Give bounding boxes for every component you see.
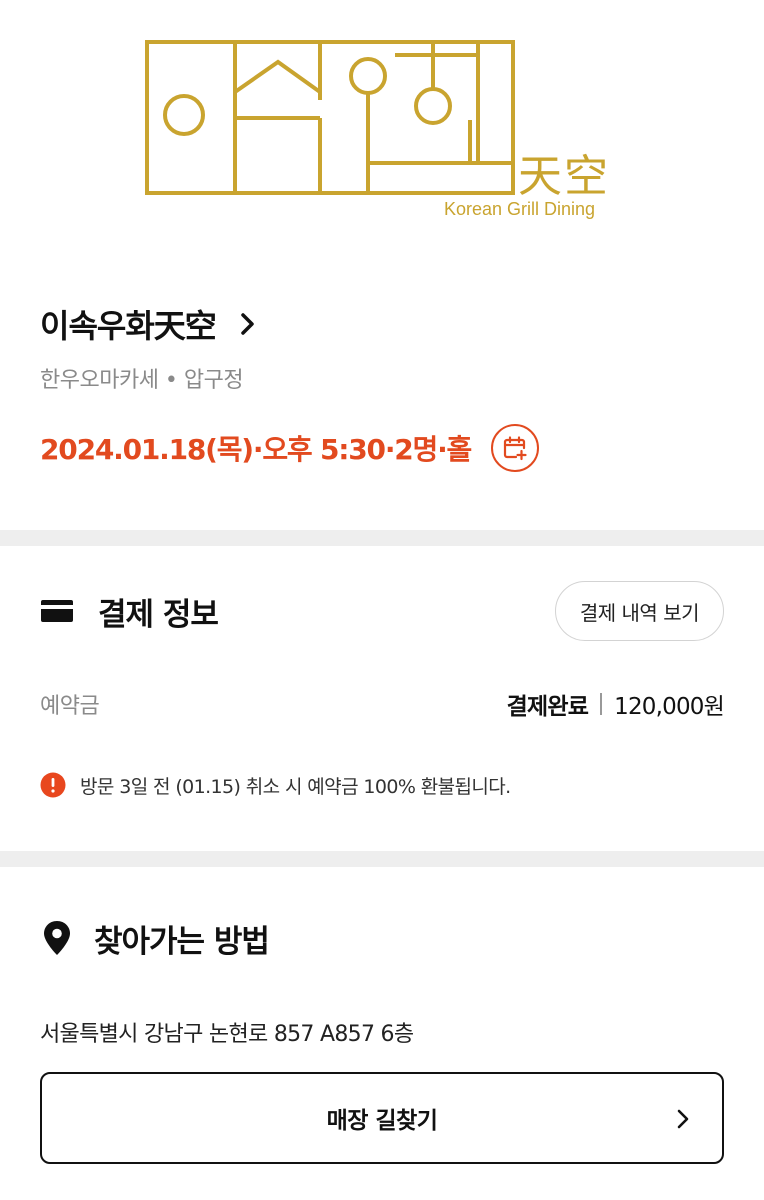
payment-history-button[interactable]: 결제 내역 보기 bbox=[554, 581, 724, 641]
store-address: 서울특별시 강남구 논현로 857 A857 6층 bbox=[40, 1022, 414, 1047]
chevron-right-icon bbox=[241, 313, 254, 335]
logo-graphic bbox=[145, 40, 515, 195]
logo-tagline: Korean Grill Dining bbox=[444, 199, 596, 219]
deposit-row: 예약금 결제완료 120,000원 bbox=[40, 686, 725, 722]
payment-header: 결제 정보 bbox=[40, 589, 219, 634]
directions-section: 찾아가는 방법 서울특별시 강남구 논현로 857 A857 6층 매장 길찾기 bbox=[40, 908, 724, 1164]
info-icon bbox=[40, 772, 66, 798]
section-divider bbox=[0, 530, 764, 546]
find-route-button[interactable]: 매장 길찾기 bbox=[40, 1072, 724, 1164]
store-name-link[interactable]: 이속우화天空 bbox=[40, 300, 724, 348]
refund-notice-text: 방문 3일 전 (01.15) 취소 시 예약금 100% 환불됩니다. bbox=[80, 775, 511, 798]
logo-hanja: 天空 bbox=[518, 151, 610, 202]
card-icon bbox=[41, 600, 73, 622]
section-divider bbox=[0, 851, 764, 867]
deposit-label: 예약금 bbox=[40, 694, 100, 719]
calendar-add-icon bbox=[504, 436, 527, 461]
reservation-summary: 2024.01.18(목)·오후 5:30·2명·홀 bbox=[40, 422, 724, 474]
location-pin-icon bbox=[44, 921, 70, 955]
deposit-amount: 120,000원 bbox=[614, 694, 725, 720]
store-logo: 天空 Korean Grill Dining bbox=[0, 0, 764, 250]
payment-status: 결제완료 bbox=[506, 694, 589, 720]
add-to-calendar-button[interactable] bbox=[491, 424, 540, 472]
separator bbox=[600, 693, 603, 715]
reservation-datetime: 2024.01.18(목)·오후 5:30·2명·홀 bbox=[40, 433, 472, 466]
store-info: 이속우화天空 한우오마카세 • 압구정 2024.01.18(목)·오후 5:3… bbox=[40, 300, 724, 474]
deposit-value: 결제완료 120,000원 bbox=[506, 687, 725, 721]
directions-header: 찾아가는 방법 bbox=[40, 908, 724, 968]
payment-title: 결제 정보 bbox=[98, 596, 219, 633]
store-category: 한우오마카세 • 압구정 bbox=[40, 368, 244, 393]
chevron-right-icon bbox=[677, 1109, 689, 1129]
store-name: 이속우화天空 bbox=[40, 307, 217, 345]
directions-title: 찾아가는 방법 bbox=[94, 923, 270, 960]
refund-notice: 방문 3일 전 (01.15) 취소 시 예약금 100% 환불됩니다. bbox=[40, 770, 724, 800]
find-route-label: 매장 길찾기 bbox=[326, 1108, 438, 1134]
payment-section: 결제 정보 결제 내역 보기 예약금 결제완료 120,000원 방문 3일 전… bbox=[40, 580, 725, 800]
